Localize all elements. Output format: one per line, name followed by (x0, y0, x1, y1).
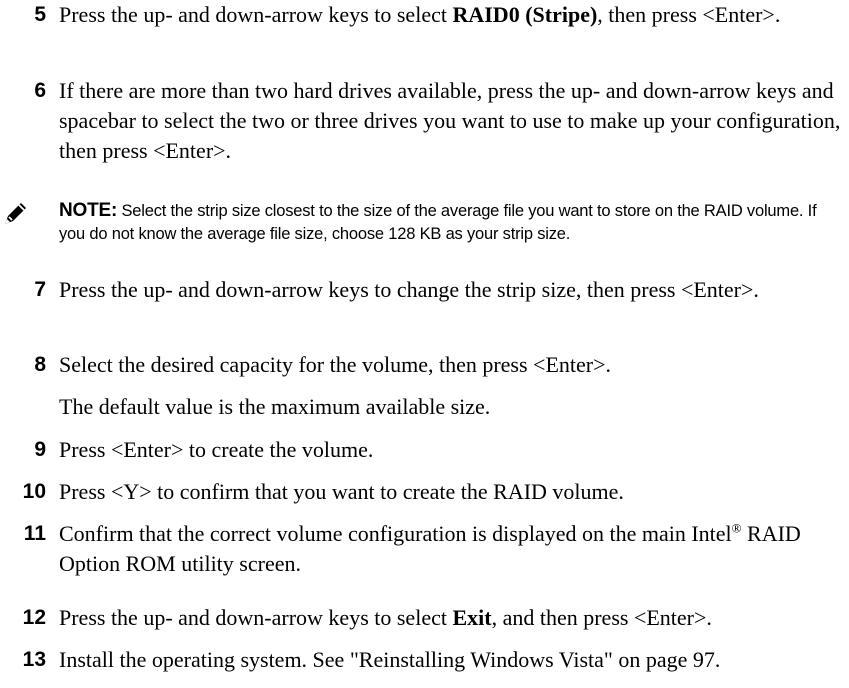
step-text: Press <Y> to confirm that you want to cr… (59, 479, 624, 504)
note-body: Select the strip size closest to the siz… (59, 202, 817, 243)
step-text: Press the up- and down-arrow keys to sel… (59, 603, 845, 633)
step-number: 12 (22, 606, 46, 629)
step-bold-term: Exit (452, 605, 492, 630)
step-number: 6 (34, 79, 46, 102)
step-text: Press the up- and down-arrow keys to cha… (59, 277, 759, 302)
note-label: NOTE: (59, 200, 118, 221)
step-text: Install the operating system. See "Reins… (59, 647, 721, 672)
step-text: Confirm that the correct volume configur… (59, 519, 845, 579)
note-pencil-icon (5, 203, 26, 224)
step-text-part: , then press <Enter>. (597, 2, 781, 27)
step-text: If there are more than two hard drives a… (59, 78, 841, 163)
step-text-part: Confirm that the correct volume configur… (59, 521, 732, 546)
step-text: Press <Enter> to create the volume. (59, 437, 374, 462)
registered-mark: ® (731, 520, 742, 536)
step-number: 9 (34, 438, 46, 461)
step-number: 7 (34, 278, 46, 301)
step-text: Select the desired capacity for the volu… (59, 352, 612, 377)
step-text-part: Press the up- and down-arrow keys to sel… (59, 605, 453, 630)
step-number: 13 (22, 648, 46, 671)
step-number: 10 (22, 480, 46, 503)
step-number: 5 (34, 3, 46, 26)
step-bold-term: RAID0 (Stripe) (452, 2, 598, 27)
document-page: 5 Press the up- and down-arrow keys to s… (0, 0, 849, 688)
step-number: 11 (23, 522, 46, 545)
note-text: NOTE: Select the strip size closest to t… (59, 199, 845, 246)
step-subtext: The default value is the maximum availab… (59, 394, 491, 419)
step-text-part: Press the up- and down-arrow keys to sel… (59, 2, 453, 27)
step-number: 8 (34, 353, 46, 376)
step-text: Press the up- and down-arrow keys to sel… (59, 0, 845, 30)
step-text-part: , and then press <Enter>. (491, 605, 712, 630)
